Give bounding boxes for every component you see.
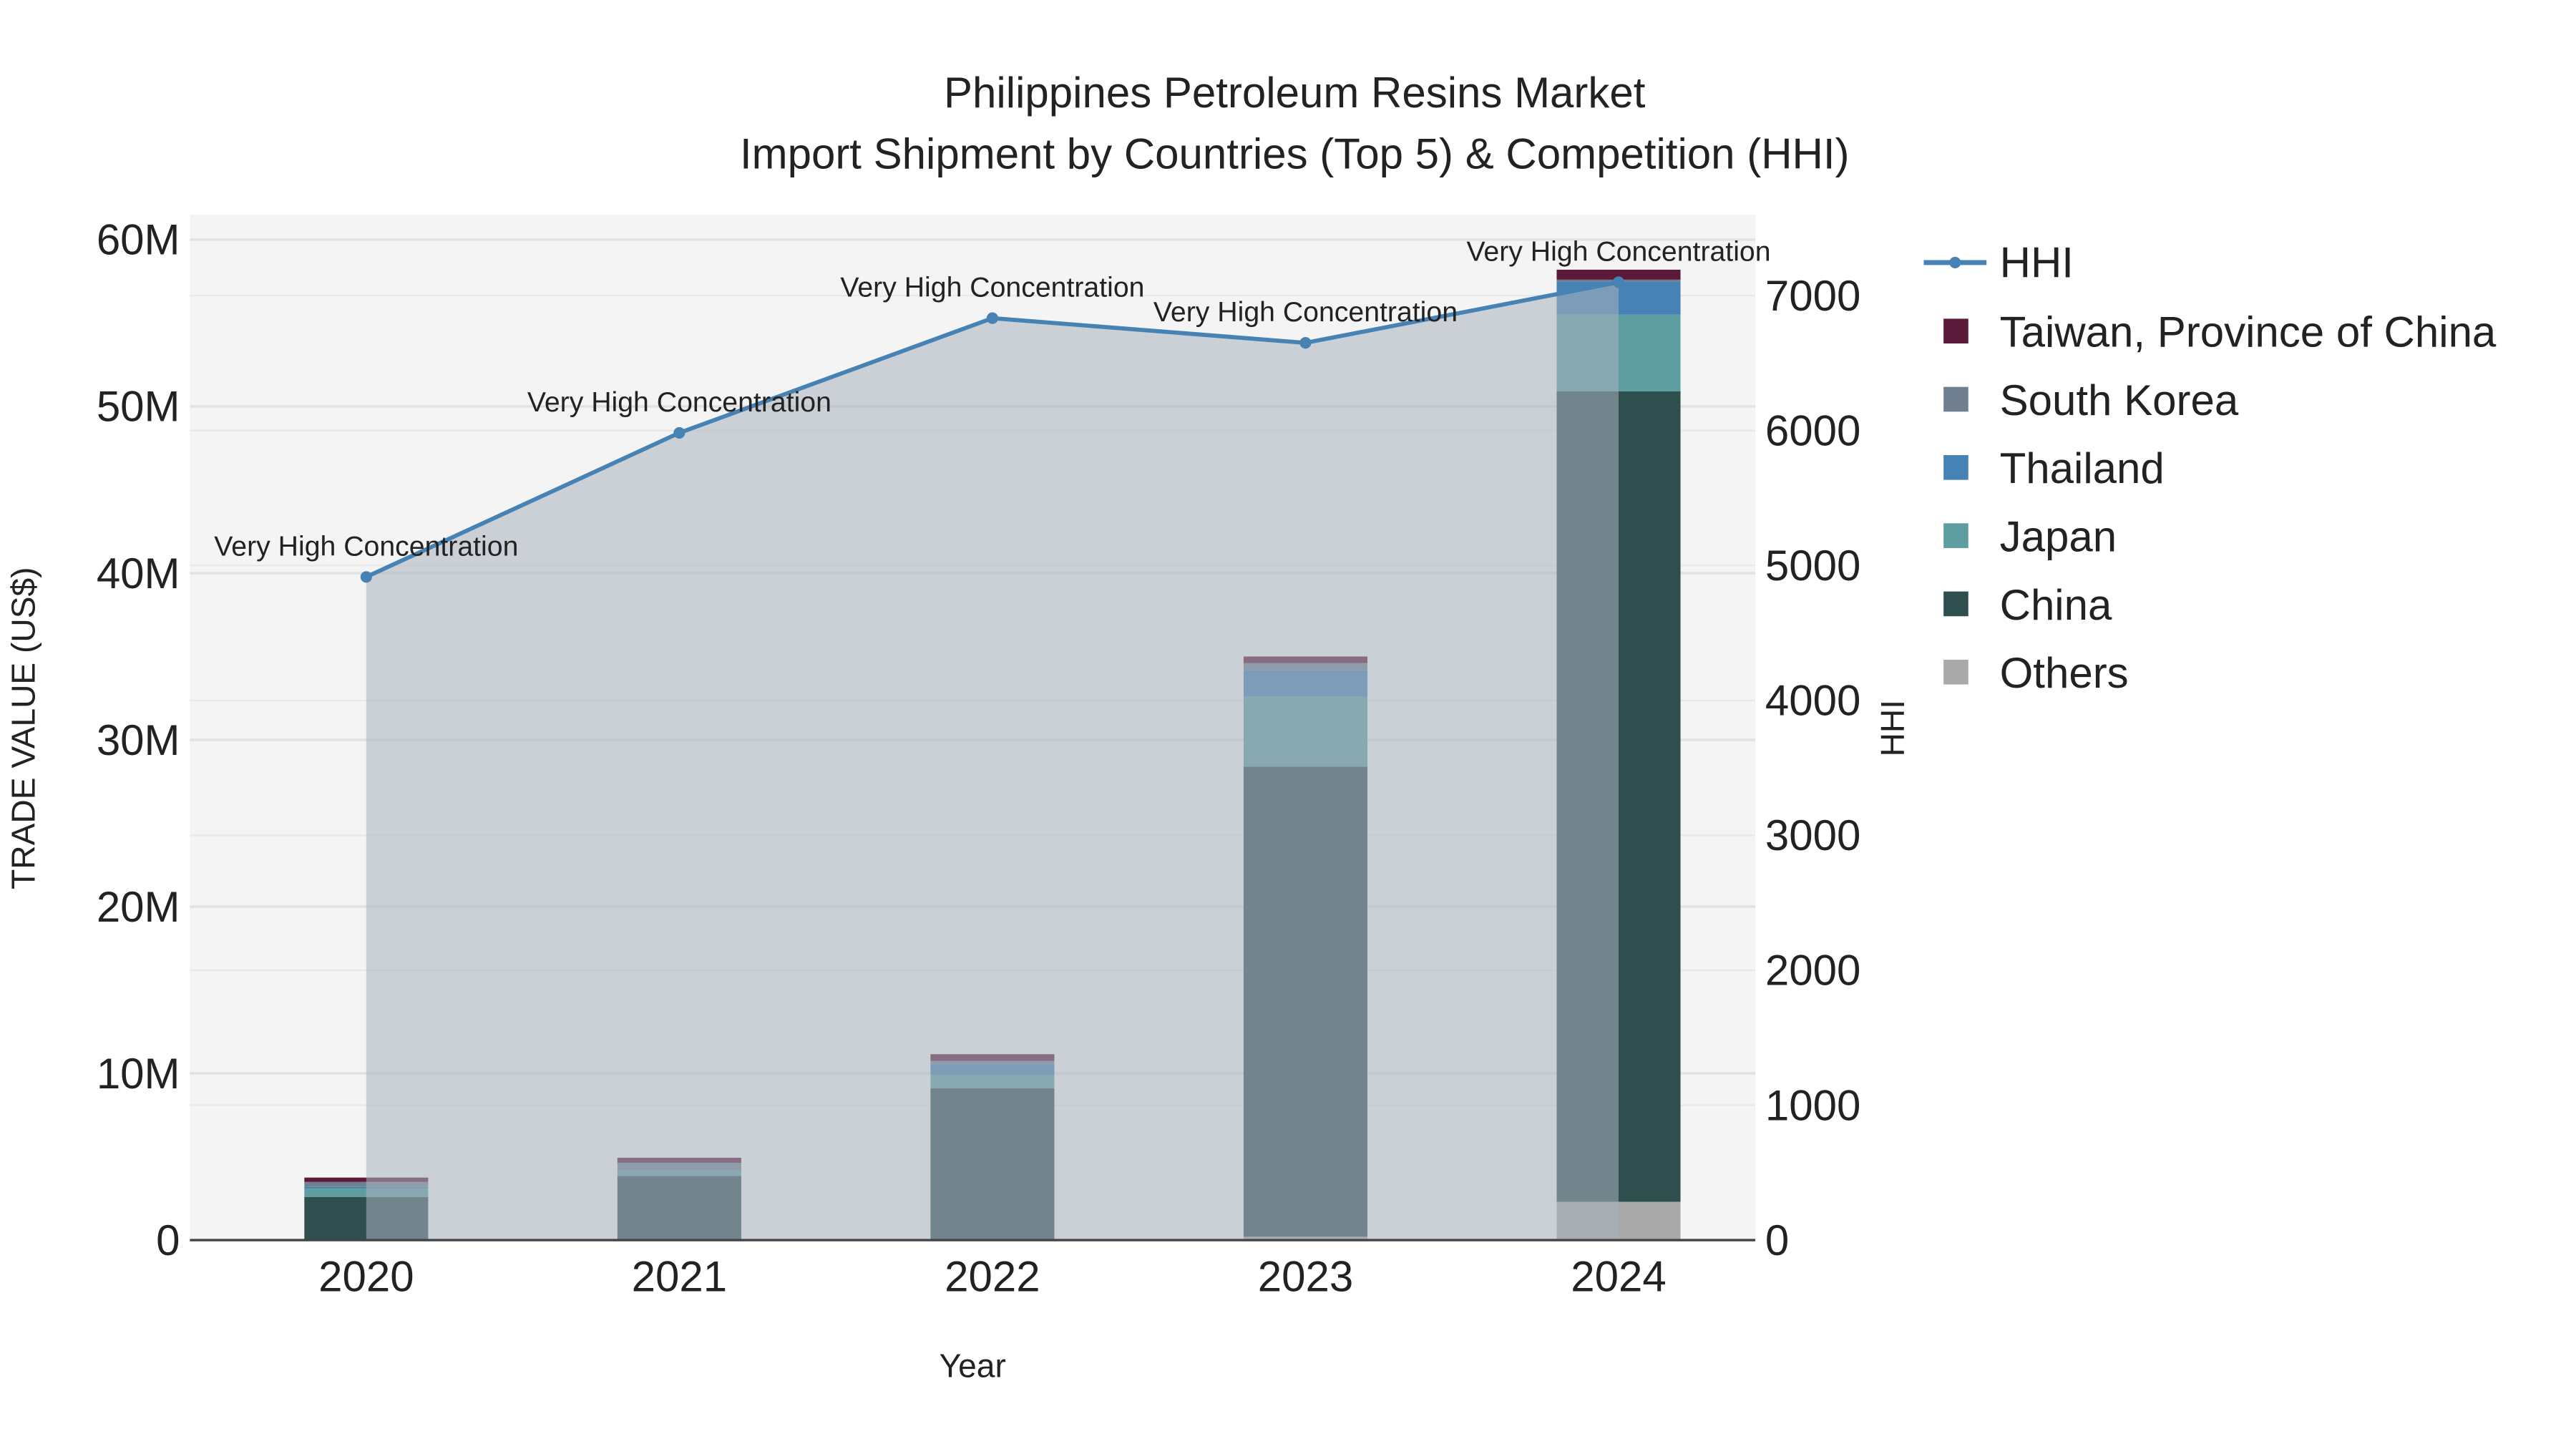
legend-item: China xyxy=(2000,581,2112,629)
y2-tick-label: 6000 xyxy=(1765,406,1860,454)
y-tick-label: 60M xyxy=(97,216,180,264)
x-axis-ticks: 2020 2021 2022 2023 2024 xyxy=(318,1253,1667,1301)
x-tick-label: 2023 xyxy=(1258,1253,1353,1301)
legend-swatch-icon xyxy=(1943,523,1968,548)
legend-swatch-icon xyxy=(1943,591,1968,617)
chart-title: Philippines Petroleum Resins Market xyxy=(944,69,1646,117)
y-tick-label: 40M xyxy=(97,550,180,597)
chart: Philippines Petroleum Resins Market Impo… xyxy=(4,69,2497,1385)
chart-subtitle: Import Shipment by Countries (Top 5) & C… xyxy=(740,130,1850,177)
hhi-point xyxy=(360,571,372,583)
y2-tick-label: 0 xyxy=(1765,1216,1789,1264)
legend-swatch-icon xyxy=(1943,659,1968,685)
y2-axis-label: HHI xyxy=(1874,700,1911,756)
y2-tick-label: 1000 xyxy=(1765,1081,1860,1129)
hhi-annotation: Very High Concentration xyxy=(1466,235,1770,267)
hhi-point xyxy=(1612,276,1625,288)
y-tick-label: 10M xyxy=(97,1050,180,1098)
y2-tick-label: 4000 xyxy=(1765,677,1860,725)
y-tick-label: 20M xyxy=(97,883,180,931)
legend-hhi-marker-icon xyxy=(1949,256,1961,268)
hhi-point xyxy=(1299,337,1312,349)
hhi-point xyxy=(673,426,686,439)
hhi-annotation: Very High Concentration xyxy=(1153,296,1458,328)
legend-swatch-icon xyxy=(1943,455,1968,480)
x-tick-label: 2020 xyxy=(318,1253,414,1301)
x-tick-label: 2024 xyxy=(1571,1253,1666,1301)
y-tick-label: 50M xyxy=(97,383,180,431)
legend-swatch-icon xyxy=(1943,318,1968,343)
hhi-annotation: Very High Concentration xyxy=(840,272,1144,303)
legend: HHI Taiwan, Province of China South Korea T… xyxy=(1923,239,2497,697)
y2-tick-label: 2000 xyxy=(1765,947,1860,995)
x-tick-label: 2022 xyxy=(945,1253,1040,1301)
legend-item: Taiwan, Province of China xyxy=(2000,308,2497,356)
legend-swatch-icon xyxy=(1943,386,1968,412)
y2-axis-ticks: 0 1000 2000 3000 4000 5000 6000 7000 xyxy=(1765,272,1860,1264)
legend-item-hhi: HHI xyxy=(2000,239,2074,287)
hhi-annotation: Very High Concentration xyxy=(527,386,831,418)
legend-item: Others xyxy=(2000,649,2129,697)
x-axis-label: Year xyxy=(940,1347,1006,1385)
y2-tick-label: 3000 xyxy=(1765,811,1860,859)
x-tick-label: 2021 xyxy=(632,1253,727,1301)
y2-tick-label: 5000 xyxy=(1765,542,1860,590)
y-axis-ticks: 0 10M 20M 30M 40M 50M 60M xyxy=(97,216,180,1264)
y-axis-label: TRADE VALUE (US$) xyxy=(4,567,42,889)
legend-item: Japan xyxy=(2000,513,2117,561)
y-tick-label: 30M xyxy=(97,716,180,764)
hhi-annotation: Very High Concentration xyxy=(214,530,518,562)
legend-item: South Korea xyxy=(2000,376,2239,424)
y-tick-label: 0 xyxy=(156,1216,180,1264)
hhi-point xyxy=(986,312,998,324)
legend-item: Thailand xyxy=(2000,444,2165,492)
y2-tick-label: 7000 xyxy=(1765,272,1860,320)
